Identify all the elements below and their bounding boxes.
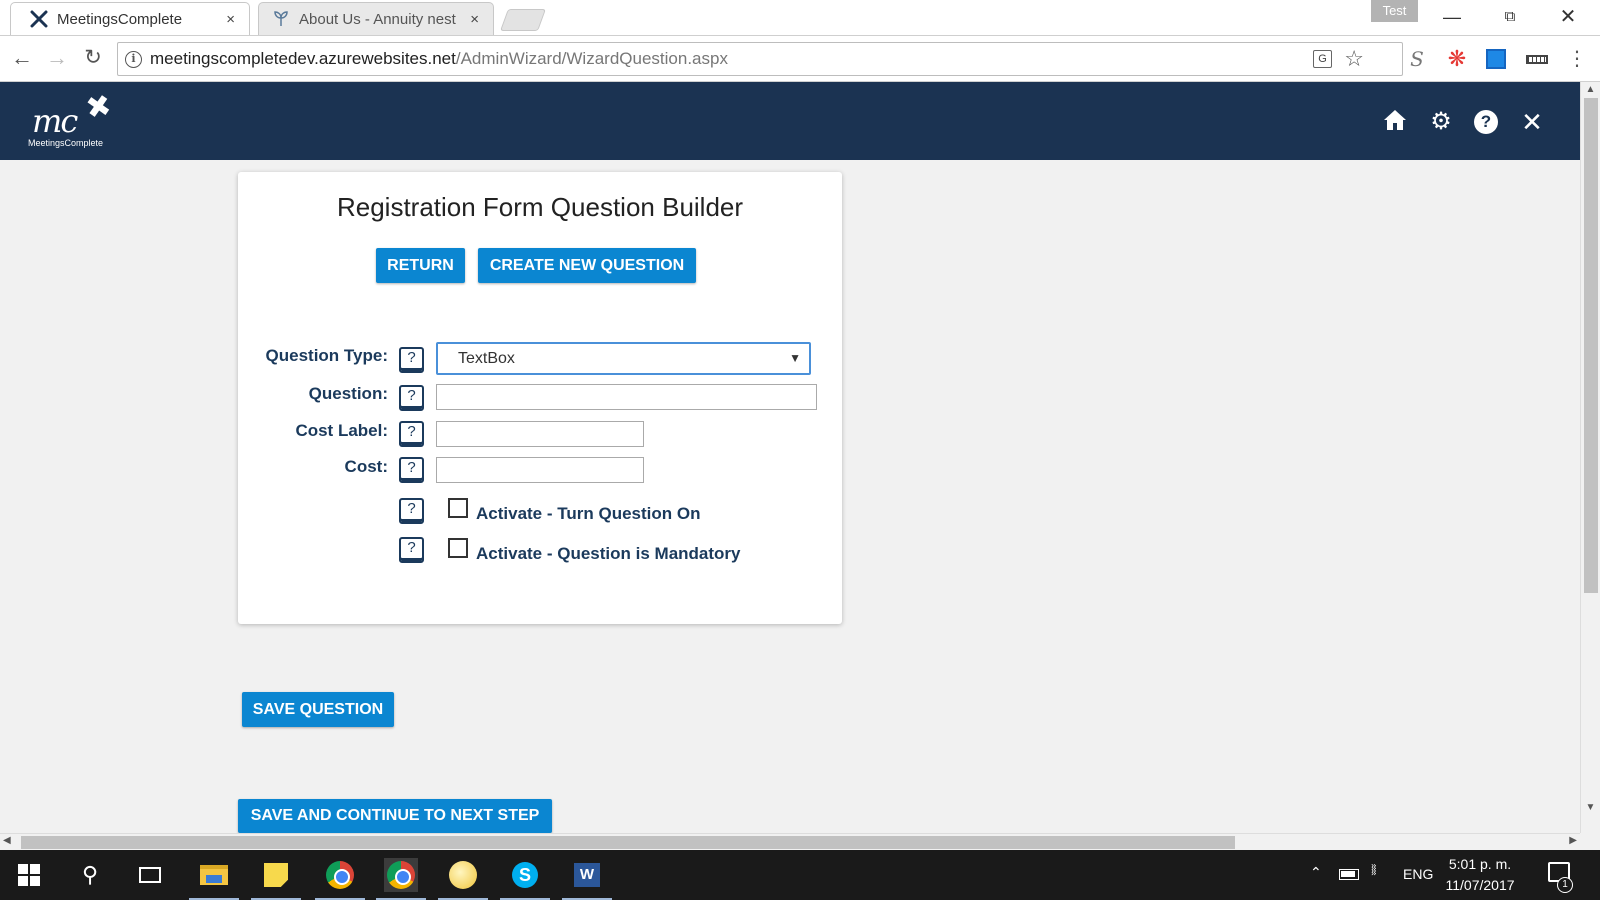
logo-mark: mc (32, 102, 78, 140)
extension-s-icon[interactable]: S (1405, 47, 1429, 71)
help-icon[interactable]: ? (1474, 110, 1498, 134)
cost-input[interactable] (436, 457, 644, 483)
cost-help-icon[interactable]: ? (399, 457, 424, 483)
window-close-icon[interactable]: ✕ (1545, 4, 1591, 30)
save-question-button[interactable]: SAVE QUESTION (242, 692, 394, 727)
mandatory-question-checkbox[interactable] (448, 538, 468, 558)
question-help-icon[interactable]: ? (399, 385, 424, 411)
question-type-select[interactable]: TextBox ▼ (436, 342, 811, 375)
question-type-label: Question Type: (265, 346, 388, 365)
clock-time[interactable]: 5:01 p. m. (1440, 856, 1520, 872)
mandatory-help-icon[interactable]: ? (399, 537, 424, 563)
tab-annuity-nest[interactable]: About Us - Annuity nest × (258, 2, 494, 35)
notification-count-badge: 1 (1557, 877, 1573, 893)
site-info-icon[interactable]: i (125, 50, 142, 68)
restore-icon[interactable]: ⧉ (1487, 4, 1533, 30)
activate-help-icon[interactable]: ? (399, 498, 424, 524)
cost-label: Cost: (344, 457, 388, 476)
vertical-scrollbar[interactable]: ▲ ▼ (1580, 82, 1600, 833)
profile-badge[interactable]: Test (1371, 0, 1418, 22)
home-icon[interactable] (1382, 109, 1408, 135)
extension-asterisk-icon[interactable]: ❋ (1445, 47, 1469, 71)
annuity-nest-favicon-icon (271, 9, 291, 29)
save-and-continue-button[interactable]: SAVE AND CONTINUE TO NEXT STEP (238, 799, 552, 833)
browser-menu-icon[interactable]: ⋮ (1565, 47, 1589, 71)
word-icon[interactable]: W (562, 858, 612, 900)
scroll-left-arrow-icon[interactable]: ◀ (3, 835, 11, 846)
mandatory-question-label[interactable]: Activate - Question is Mandatory (476, 544, 741, 564)
bookmark-star-icon[interactable]: ☆ (1344, 46, 1364, 72)
activate-question-label[interactable]: Activate - Turn Question On (476, 504, 700, 524)
browser-toolbar: ← → ↻ i meetingscompletedev.azurewebsite… (0, 35, 1600, 82)
back-icon[interactable]: ← (8, 44, 36, 72)
scroll-up-arrow-icon[interactable]: ▲ (1581, 84, 1600, 95)
cost-label-help-icon[interactable]: ? (399, 421, 424, 447)
url-path: /AdminWizard/WizardQuestion.aspx (455, 49, 728, 68)
language-indicator[interactable]: ENG (1403, 866, 1433, 882)
address-bar[interactable]: i meetingscompletedev.azurewebsites.net /… (117, 42, 1403, 76)
settings-gear-icon[interactable]: ⚙ (1428, 109, 1454, 135)
new-tab-button[interactable] (499, 9, 547, 31)
main-content: Registration Form Question Builder RETUR… (0, 160, 1580, 833)
browser-tab-bar: MeetingsComplete × About Us - Annuity ne… (0, 0, 1600, 35)
create-new-question-button[interactable]: CREATE NEW QUESTION (478, 248, 696, 283)
tab-title: MeetingsComplete (57, 10, 183, 28)
meetingscomplete-logo[interactable]: mc ✖ MeetingsComplete (26, 89, 126, 152)
forward-icon[interactable]: → (43, 44, 71, 72)
windows-taskbar: ⚲ S W ⌃ ⧚ ENG 5:01 p. m. 11/07/2017 1 (0, 850, 1600, 900)
question-type-value: TextBox (458, 350, 515, 367)
plane-icon: ✖ (83, 89, 114, 126)
return-button[interactable]: RETURN (376, 248, 465, 283)
minimize-icon[interactable]: — (1429, 4, 1475, 30)
app-header: mc ✖ MeetingsComplete ⚙ ? ✕ (0, 82, 1580, 160)
chrome-active-icon[interactable] (376, 858, 426, 900)
wifi-icon[interactable]: ⧚ (1371, 862, 1377, 880)
extension-ruler-icon[interactable] (1526, 55, 1548, 64)
tab-close-icon[interactable]: × (470, 11, 479, 28)
sticky-notes-icon[interactable] (251, 858, 301, 900)
page-title: Registration Form Question Builder (336, 192, 744, 222)
tab-title: About Us - Annuity nest (299, 10, 456, 28)
scroll-right-arrow-icon[interactable]: ▶ (1569, 835, 1577, 846)
translate-icon[interactable]: G (1313, 50, 1332, 68)
tray-overflow-icon[interactable]: ⌃ (1310, 864, 1322, 881)
activate-question-checkbox[interactable] (448, 498, 468, 518)
cost-label-label: Cost Label: (295, 421, 388, 440)
scroll-down-arrow-icon[interactable]: ▼ (1581, 802, 1600, 813)
tab-meetingscomplete[interactable]: MeetingsComplete × (10, 2, 250, 35)
chrome-icon[interactable] (315, 858, 365, 900)
app-icon[interactable] (438, 858, 488, 900)
meetingscomplete-favicon-icon (29, 9, 49, 29)
file-explorer-icon[interactable] (189, 858, 239, 900)
battery-icon[interactable] (1339, 869, 1359, 880)
tab-close-icon[interactable]: × (226, 11, 235, 28)
extension-window-icon[interactable] (1486, 49, 1506, 69)
url-host: meetingscompletedev.azurewebsites.net (150, 49, 456, 68)
horizontal-scrollbar[interactable]: ◀ ▶ (0, 833, 1580, 850)
windows-start-icon[interactable] (12, 858, 46, 892)
cost-label-input[interactable] (436, 421, 644, 447)
reload-icon[interactable]: ↻ (79, 44, 107, 72)
horizontal-scroll-thumb[interactable] (21, 836, 1235, 849)
vertical-scroll-thumb[interactable] (1584, 98, 1598, 593)
search-icon[interactable]: ⚲ (73, 858, 107, 892)
clock-date[interactable]: 11/07/2017 (1440, 877, 1520, 893)
question-type-help-icon[interactable]: ? (399, 347, 424, 373)
dropdown-caret-icon: ▼ (789, 351, 801, 365)
logo-text: MeetingsComplete (28, 138, 104, 148)
question-builder-card: Registration Form Question Builder RETUR… (238, 172, 842, 624)
close-icon[interactable]: ✕ (1519, 109, 1545, 135)
task-view-icon[interactable] (133, 858, 167, 892)
question-label: Question: (308, 384, 388, 403)
skype-icon[interactable]: S (500, 858, 550, 900)
question-input[interactable] (436, 384, 817, 410)
